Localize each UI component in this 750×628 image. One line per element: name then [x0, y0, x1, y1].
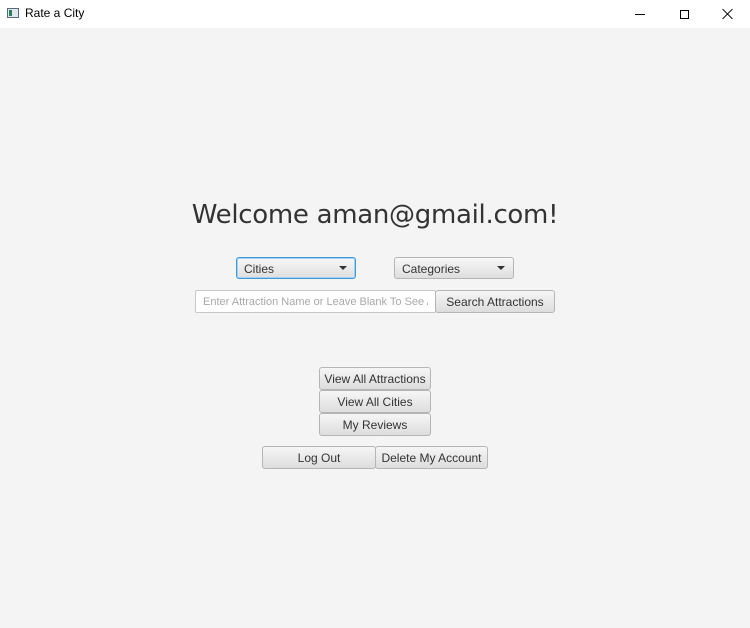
app-icon	[7, 8, 19, 18]
welcome-heading: Welcome aman@gmail.com!	[191, 200, 559, 230]
delete-account-button[interactable]: Delete My Account	[375, 446, 488, 469]
my-reviews-button[interactable]: My Reviews	[319, 413, 431, 436]
attraction-search-input[interactable]	[195, 290, 436, 313]
search-attractions-button[interactable]: Search Attractions	[435, 290, 555, 313]
app-window: Rate a City Welcome aman@gmail.com! Citi…	[0, 0, 750, 628]
categories-dropdown-value: Categories	[402, 262, 461, 276]
maximize-icon	[679, 9, 689, 19]
window-title: Rate a City	[25, 6, 85, 20]
cities-dropdown[interactable]: Cities	[236, 257, 356, 279]
chevron-down-icon	[497, 266, 505, 270]
view-all-cities-button[interactable]: View All Cities	[319, 390, 431, 413]
minimize-button[interactable]	[618, 0, 662, 28]
cities-dropdown-value: Cities	[244, 262, 275, 276]
minimize-icon	[635, 13, 645, 15]
close-button[interactable]	[706, 0, 750, 28]
maximize-button[interactable]	[662, 0, 706, 28]
chevron-down-icon	[339, 266, 347, 270]
log-out-button[interactable]: Log Out	[262, 446, 376, 469]
view-all-attractions-button[interactable]: View All Attractions	[319, 367, 431, 390]
title-bar[interactable]: Rate a City	[0, 0, 750, 28]
close-icon	[722, 8, 734, 20]
categories-dropdown[interactable]: Categories	[394, 257, 514, 279]
